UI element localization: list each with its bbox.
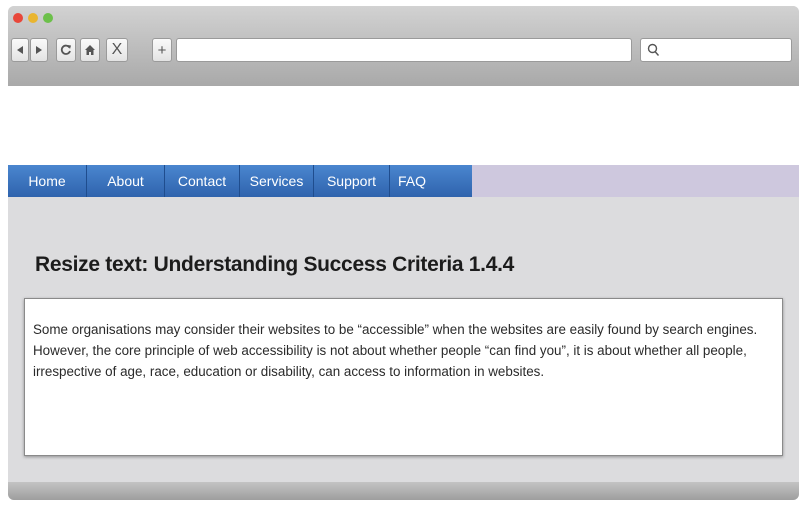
minimize-window-button[interactable] <box>28 13 38 23</box>
zoom-window-button[interactable] <box>43 13 53 23</box>
nav-item-support[interactable]: Support <box>314 165 390 197</box>
content-box: Some organisations may consider their we… <box>24 298 783 456</box>
address-bar[interactable] <box>176 38 632 62</box>
search-input[interactable] <box>640 38 792 62</box>
nav-item-home[interactable]: Home <box>8 165 87 197</box>
page-header-area <box>8 86 799 165</box>
nav-menu: Home About Contact Services Support FAQ <box>8 165 472 197</box>
reload-button[interactable] <box>56 38 76 62</box>
home-icon <box>85 45 95 55</box>
home-button[interactable] <box>80 38 100 62</box>
forward-button[interactable] <box>30 38 48 62</box>
nav-item-contact[interactable]: Contact <box>165 165 240 197</box>
nav-item-faq[interactable]: FAQ <box>390 165 434 197</box>
nav-item-services[interactable]: Services <box>240 165 314 197</box>
stop-button[interactable]: X <box>106 38 128 62</box>
browser-toolbar: X + <box>8 6 799 86</box>
body-paragraph: Some organisations may consider their we… <box>33 322 758 379</box>
back-button[interactable] <box>11 38 29 62</box>
page-title: Resize text: Understanding Success Crite… <box>35 253 514 276</box>
back-arrow-icon <box>17 46 23 54</box>
main-content: Resize text: Understanding Success Crite… <box>8 197 799 482</box>
new-tab-button[interactable]: + <box>152 38 172 62</box>
reload-icon <box>60 44 71 55</box>
search-icon <box>647 43 660 56</box>
close-window-button[interactable] <box>13 13 23 23</box>
status-bar <box>8 482 799 500</box>
nav-item-about[interactable]: About <box>87 165 165 197</box>
nav-bar: Home About Contact Services Support FAQ <box>8 165 799 197</box>
forward-arrow-icon <box>36 46 42 54</box>
browser-window: X + Home About Contact Services Support … <box>8 6 799 500</box>
